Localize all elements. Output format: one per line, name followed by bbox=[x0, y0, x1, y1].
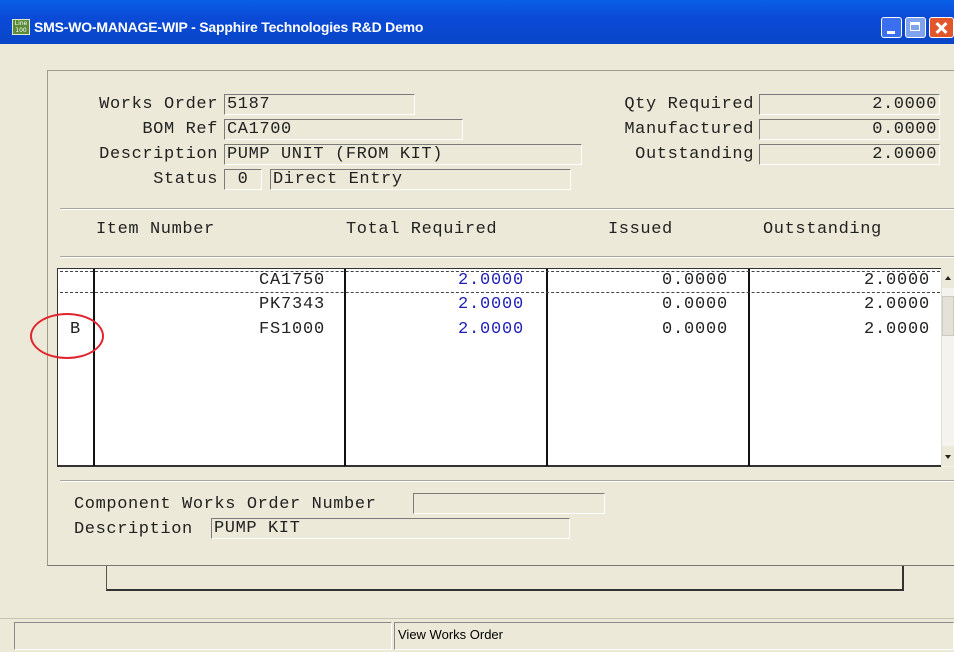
total-required-cell: 2.0000 bbox=[457, 271, 524, 290]
outstanding-field: 2.0000 bbox=[759, 144, 940, 165]
maximize-button[interactable] bbox=[905, 17, 926, 38]
title-bar[interactable]: Line 100 SMS-WO-MANAGE-WIP - Sapphire Te… bbox=[0, 0, 954, 44]
scroll-up-button[interactable] bbox=[942, 268, 954, 288]
outstanding-label: Outstanding bbox=[635, 145, 754, 164]
qty-required-field: 2.0000 bbox=[759, 94, 940, 115]
description-label: Description bbox=[99, 145, 218, 164]
outstanding-cell: 2.0000 bbox=[863, 271, 930, 290]
total-required-cell: 2.0000 bbox=[457, 295, 524, 314]
status-text-field: Direct Entry bbox=[270, 169, 571, 190]
arrow-down-icon bbox=[945, 455, 951, 459]
table-row[interactable]: CA1750 2.0000 0.0000 2.0000 bbox=[58, 269, 954, 293]
total-required-cell: 2.0000 bbox=[457, 320, 524, 339]
bom-ref-field[interactable]: CA1700 bbox=[224, 119, 463, 140]
grid-scrollbar[interactable] bbox=[941, 268, 954, 467]
lower-panel bbox=[106, 566, 904, 591]
description-field[interactable]: PUMP UNIT (FROM KIT) bbox=[224, 144, 582, 165]
outstanding-cell: 2.0000 bbox=[863, 320, 930, 339]
column-header-issued[interactable]: Issued bbox=[608, 220, 673, 239]
works-order-field[interactable]: 5187 bbox=[224, 94, 415, 115]
window-title: SMS-WO-MANAGE-WIP - Sapphire Technologie… bbox=[34, 19, 424, 35]
manufactured-field: 0.0000 bbox=[759, 119, 940, 140]
close-button[interactable] bbox=[929, 17, 954, 38]
scroll-down-button[interactable] bbox=[942, 446, 954, 466]
item-number-cell: PK7343 bbox=[258, 295, 325, 314]
status-label: Status bbox=[153, 170, 218, 189]
issued-cell: 0.0000 bbox=[661, 295, 728, 314]
column-header-outstanding[interactable]: Outstanding bbox=[763, 220, 882, 239]
manufactured-label: Manufactured bbox=[624, 120, 754, 139]
app-icon: Line 100 bbox=[12, 19, 30, 35]
component-works-order-label: Component Works Order Number bbox=[74, 495, 377, 514]
works-order-label: Works Order bbox=[99, 95, 218, 114]
component-divider bbox=[60, 480, 954, 482]
header-divider bbox=[60, 208, 954, 210]
bom-ref-label: BOM Ref bbox=[142, 120, 218, 139]
arrow-up-icon bbox=[945, 276, 951, 280]
qty-required-label: Qty Required bbox=[624, 95, 754, 114]
component-description-field[interactable]: PUMP KIT bbox=[211, 518, 570, 539]
annotation-circle bbox=[30, 313, 104, 359]
component-works-order-field[interactable] bbox=[413, 493, 605, 514]
status-panel-right: View Works Order bbox=[394, 622, 954, 650]
column-header-divider bbox=[60, 256, 954, 258]
items-grid[interactable]: CA1750 2.0000 0.0000 2.0000 PK7343 2.000… bbox=[57, 268, 954, 467]
issued-cell: 0.0000 bbox=[661, 271, 728, 290]
outstanding-cell: 2.0000 bbox=[863, 295, 930, 314]
minimize-button[interactable] bbox=[881, 17, 902, 38]
table-row[interactable]: PK7343 2.0000 0.0000 2.0000 bbox=[58, 293, 954, 317]
table-row[interactable]: B FS1000 2.0000 0.0000 2.0000 bbox=[58, 318, 954, 342]
component-description-label: Description bbox=[74, 520, 193, 539]
scroll-thumb[interactable] bbox=[942, 296, 954, 336]
item-number-cell: CA1750 bbox=[258, 271, 325, 290]
status-panel-left bbox=[14, 622, 392, 650]
item-number-cell: FS1000 bbox=[258, 320, 325, 339]
column-header-item-number[interactable]: Item Number bbox=[96, 220, 215, 239]
issued-cell: 0.0000 bbox=[661, 320, 728, 339]
status-bar: View Works Order bbox=[0, 618, 954, 652]
column-header-total-required[interactable]: Total Required bbox=[346, 220, 497, 239]
row-flag bbox=[58, 269, 93, 293]
status-code-field[interactable]: 0 bbox=[224, 169, 262, 190]
